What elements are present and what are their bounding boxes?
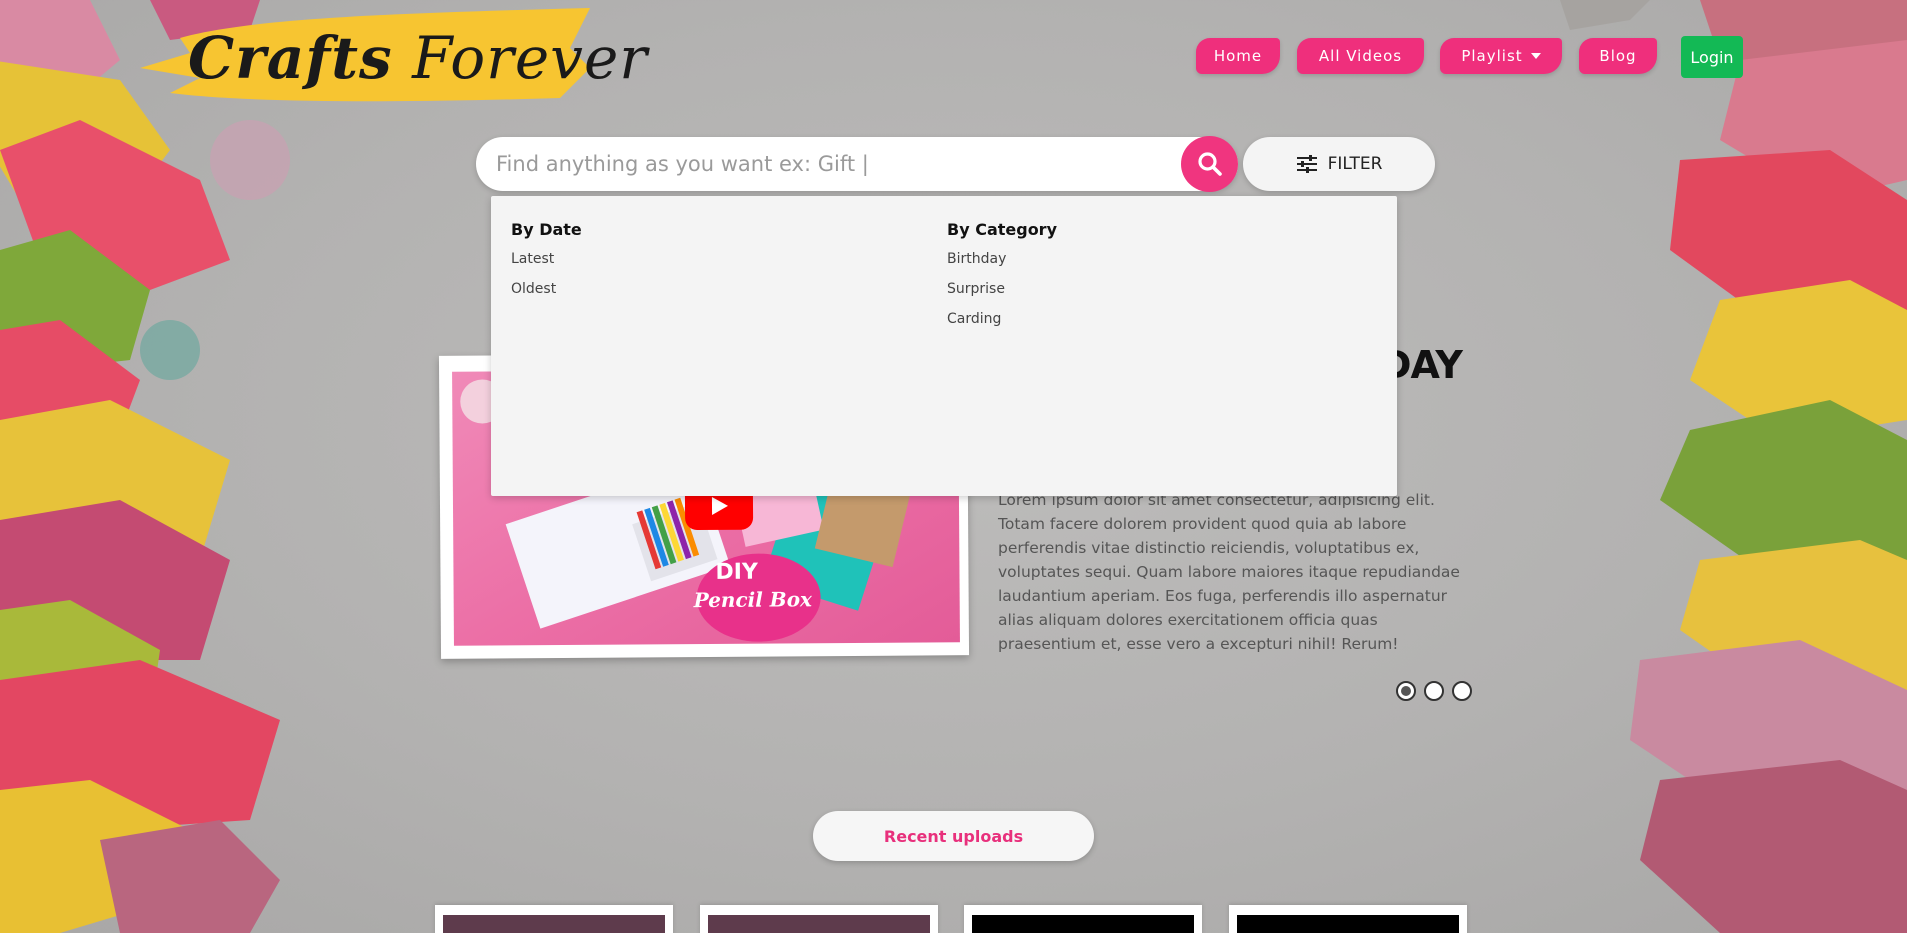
nav-all-videos[interactable]: All Videos xyxy=(1297,38,1424,74)
filter-option-oldest[interactable]: Oldest xyxy=(511,279,582,309)
filter-group-date: By Date Latest Oldest xyxy=(511,220,582,309)
search-bar xyxy=(476,136,1238,192)
logo-text: Crafts Forever xyxy=(188,24,648,92)
filter-label: FILTER xyxy=(1327,154,1383,174)
filter-option-latest[interactable]: Latest xyxy=(511,249,582,279)
filter-group-heading: By Date xyxy=(511,220,582,239)
video-card-thumbnail xyxy=(708,915,930,933)
chevron-down-icon xyxy=(1530,53,1541,59)
video-card-thumbnail xyxy=(443,915,665,933)
video-card[interactable] xyxy=(700,905,938,933)
video-card[interactable] xyxy=(964,905,1202,933)
nav-playlist-dropdown[interactable]: Playlist xyxy=(1440,38,1562,74)
site-logo[interactable]: Crafts Forever xyxy=(100,8,647,108)
carousel-dot-3[interactable] xyxy=(1452,681,1472,701)
recent-uploads-button[interactable]: Recent uploads xyxy=(813,811,1094,861)
filter-button[interactable]: FILTER xyxy=(1243,137,1435,191)
thumbnail-badge-title: Pencil Box xyxy=(693,587,813,613)
carousel-dot-2[interactable] xyxy=(1424,681,1444,701)
hero-description: Lorem ipsum dolor sit amet consectetur, … xyxy=(998,491,1460,653)
search-button[interactable] xyxy=(1181,136,1238,192)
filter-dropdown-panel: By Date Latest Oldest By Category Birthd… xyxy=(491,196,1397,496)
video-card[interactable] xyxy=(435,905,673,933)
filter-group-heading: By Category xyxy=(947,220,1057,239)
filter-option-carding[interactable]: Carding xyxy=(947,309,1057,339)
filter-sliders-icon xyxy=(1296,155,1317,173)
video-card-thumbnail xyxy=(972,915,1194,933)
filter-option-surprise[interactable]: Surprise xyxy=(947,279,1057,309)
play-icon xyxy=(711,496,729,515)
thumbnail-badge-diy: DIY xyxy=(715,559,758,585)
nav-blog[interactable]: Blog xyxy=(1579,38,1657,74)
search-input[interactable] xyxy=(496,149,1136,179)
filter-group-category: By Category Birthday Surprise Carding xyxy=(947,220,1057,339)
login-button[interactable]: Login xyxy=(1681,36,1743,78)
nav-home[interactable]: Home xyxy=(1196,38,1280,74)
search-icon xyxy=(1197,152,1222,176)
carousel-dot-1[interactable] xyxy=(1396,681,1416,701)
filter-option-birthday[interactable]: Birthday xyxy=(947,249,1057,279)
carousel-indicators xyxy=(1396,681,1472,701)
video-card[interactable] xyxy=(1229,905,1467,933)
video-card-thumbnail xyxy=(1237,915,1459,933)
